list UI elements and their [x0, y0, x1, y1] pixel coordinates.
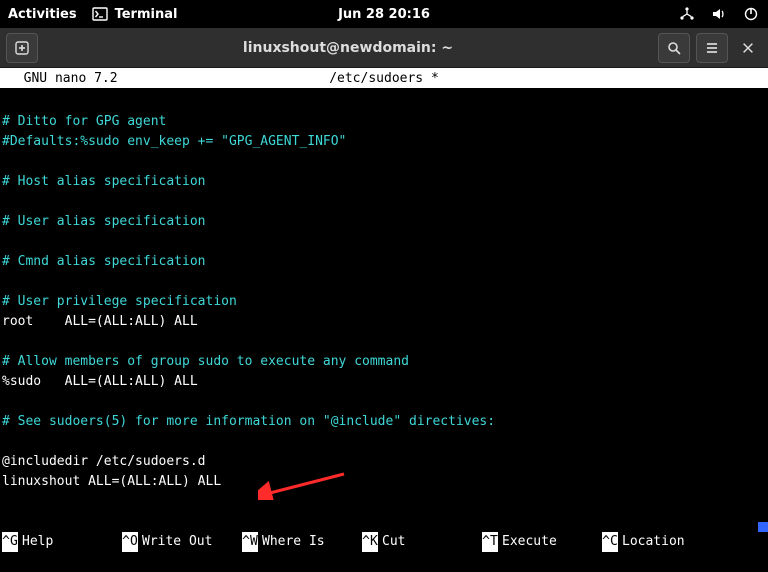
- file-line: [2, 232, 766, 252]
- close-button[interactable]: [734, 33, 762, 63]
- file-line: #Defaults:%sudo env_keep += "GPG_AGENT_I…: [2, 132, 766, 152]
- shortcut-cut: ^KCut: [362, 532, 482, 552]
- file-line: [2, 92, 766, 112]
- file-line: [2, 152, 766, 172]
- gnome-top-bar: Activities Terminal Jun 28 20:16: [0, 0, 768, 28]
- file-line: %sudo ALL=(ALL:ALL) ALL: [2, 372, 766, 392]
- shortcut-write-out: ^OWrite Out: [122, 532, 242, 552]
- nano-shortcut-bar: ^GHelp^OWrite Out^WWhere Is^KCut^TExecut…: [0, 492, 768, 532]
- file-line: # Host alias specification: [2, 172, 766, 192]
- window-title: linuxshout@newdomain: ~: [44, 40, 652, 56]
- file-line: [2, 332, 766, 352]
- nano-title-bar: GNU nano 7.2 /etc/sudoers *: [0, 68, 768, 88]
- file-line: # User privilege specification: [2, 292, 766, 312]
- new-tab-button[interactable]: [6, 33, 38, 63]
- file-line: linuxshout ALL=(ALL:ALL) ALL: [2, 472, 766, 492]
- nano-filename: /etc/sudoers *: [329, 71, 439, 86]
- hamburger-menu-button[interactable]: [696, 33, 728, 63]
- file-line: root ALL=(ALL:ALL) ALL: [2, 312, 766, 332]
- file-line: # User alias specification: [2, 212, 766, 232]
- search-button[interactable]: [658, 33, 690, 63]
- file-line: [2, 432, 766, 452]
- shortcut-where-is: ^WWhere Is: [242, 532, 362, 552]
- current-app-indicator[interactable]: Terminal: [91, 5, 178, 23]
- shortcut-help: ^GHelp: [2, 532, 122, 552]
- shortcut-location: ^CLocation: [602, 532, 722, 552]
- nano-version: GNU nano 7.2: [8, 71, 228, 86]
- terminal-icon: [91, 5, 109, 23]
- resize-corner-icon: [758, 522, 768, 532]
- clock[interactable]: Jun 28 20:16: [338, 7, 430, 22]
- terminal-header: linuxshout@newdomain: ~: [0, 28, 768, 68]
- file-line: # Ditto for GPG agent: [2, 112, 766, 132]
- file-line: @includedir /etc/sudoers.d: [2, 452, 766, 472]
- volume-icon[interactable]: [710, 5, 728, 23]
- power-icon[interactable]: [742, 5, 760, 23]
- terminal-body[interactable]: # Ditto for GPG agent#Defaults:%sudo env…: [0, 88, 768, 532]
- file-line: # Allow members of group sudo to execute…: [2, 352, 766, 372]
- network-icon[interactable]: [678, 5, 696, 23]
- file-line: [2, 392, 766, 412]
- file-line: # Cmnd alias specification: [2, 252, 766, 272]
- file-line: # See sudoers(5) for more information on…: [2, 412, 766, 432]
- file-line: [2, 192, 766, 212]
- file-line: [2, 272, 766, 292]
- shortcut-execute: ^TExecute: [482, 532, 602, 552]
- activities-button[interactable]: Activities: [8, 7, 77, 22]
- current-app-label: Terminal: [115, 7, 178, 22]
